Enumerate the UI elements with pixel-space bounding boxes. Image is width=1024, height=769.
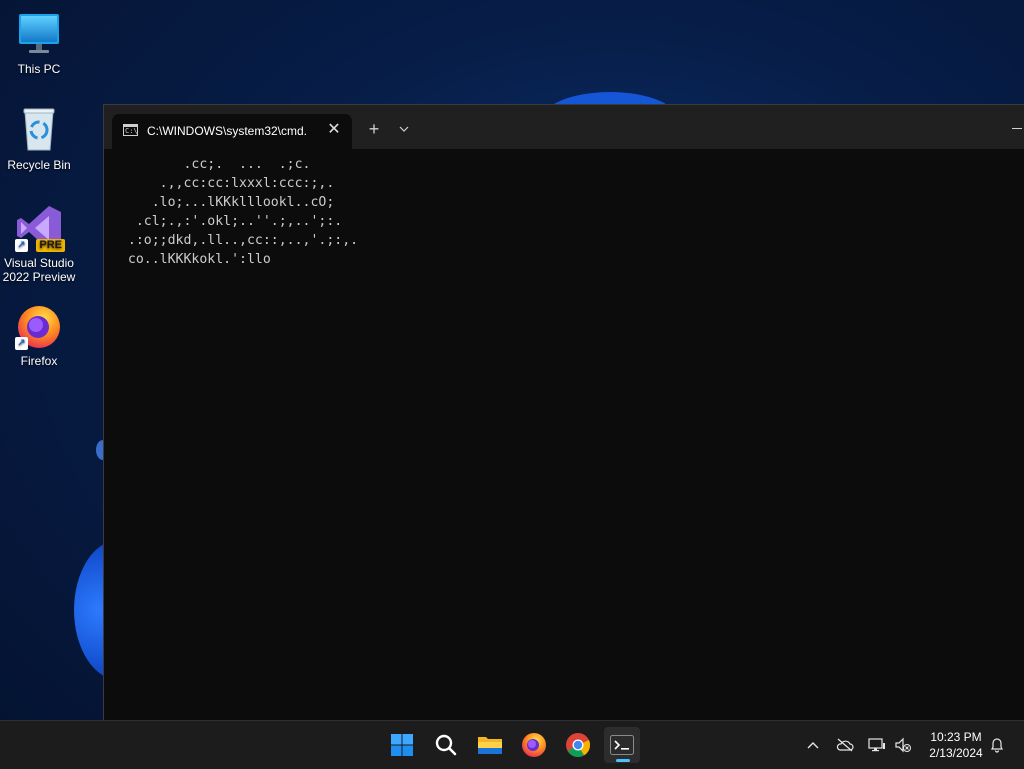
clock-time: 10:23 PM <box>930 730 982 744</box>
chevron-up-icon <box>807 742 819 749</box>
taskbar: 10:23 PM 2/13/2024 <box>0 720 1024 769</box>
volume-button[interactable] <box>892 721 914 769</box>
terminal-taskbar-button[interactable] <box>604 727 640 763</box>
network-button[interactable] <box>866 721 888 769</box>
folder-icon <box>478 737 502 754</box>
tab-title: C:\WINDOWS\system32\cmd. <box>147 124 308 138</box>
desktop-icon-firefox[interactable]: ↗ Firefox <box>0 302 78 368</box>
desktop-icon-label: Recycle Bin <box>7 158 71 172</box>
monitor-icon <box>15 10 63 58</box>
console-line: co..lKKKkokl.':llo <box>112 252 271 267</box>
cmd-icon: C:\ <box>123 124 138 136</box>
start-button[interactable] <box>384 727 420 763</box>
clock-date: 2/13/2024 <box>929 746 983 760</box>
search-button[interactable] <box>428 727 464 763</box>
close-tab-icon[interactable]: ✕ <box>324 120 344 140</box>
shortcut-arrow-icon: ↗ <box>15 337 28 350</box>
file-explorer-button[interactable] <box>472 727 508 763</box>
firefox-icon: ↗ <box>15 302 63 350</box>
terminal-icon <box>610 735 634 755</box>
console-line: .cc;. ... .;c. <box>112 157 311 172</box>
desktop-icon-label: This PC <box>17 62 61 76</box>
console-line: .:o;;dkd,.ll..,cc::,..,'.;:,. <box>112 233 359 248</box>
terminal-window[interactable]: C:\ C:\WINDOWS\system32\cmd. ✕ + .cc;. .… <box>103 104 1024 721</box>
notifications-button[interactable] <box>986 721 1008 769</box>
active-app-indicator <box>616 759 630 762</box>
firefox-taskbar-button[interactable] <box>516 727 552 763</box>
clock[interactable]: 10:23 PM 2/13/2024 <box>918 729 994 761</box>
preview-badge: PRE <box>36 239 65 252</box>
shortcut-arrow-icon: ↗ <box>15 239 28 252</box>
onedrive-button[interactable] <box>834 721 856 769</box>
chrome-taskbar-button[interactable] <box>560 727 596 763</box>
console-line: .lo;...lKKklllookl..cO; <box>112 195 335 210</box>
console-output-area[interactable]: .cc;. ... .;c. .,,cc:cc:lxxxl:ccc:;,. .l… <box>104 149 1024 721</box>
firefox-icon <box>522 733 546 757</box>
recycle-bin-icon <box>15 106 63 154</box>
show-hidden-icons-button[interactable] <box>802 721 824 769</box>
visual-studio-icon: PRE ↗ <box>15 204 65 252</box>
desktop-icon-recycle-bin[interactable]: Recycle Bin <box>0 106 78 172</box>
desktop-icon-label: Visual Studio 2022 Preview <box>2 256 76 284</box>
search-icon <box>435 734 457 756</box>
terminal-titlebar[interactable]: C:\ C:\WINDOWS\system32\cmd. ✕ + <box>104 105 1024 149</box>
network-icon <box>868 738 885 752</box>
terminal-tab[interactable]: C:\ C:\WINDOWS\system32\cmd. ✕ <box>112 114 352 149</box>
console-line: .cl;.,:'.okl;..''.;,..';:. <box>112 214 343 229</box>
chevron-down-icon[interactable] <box>394 119 414 139</box>
bell-icon <box>991 738 1003 753</box>
desktop-icon-label: Firefox <box>20 354 58 368</box>
chrome-icon <box>566 733 591 758</box>
new-tab-button[interactable]: + <box>362 119 386 139</box>
cloud-offline-icon <box>836 738 854 752</box>
console-line: .,,cc:cc:lxxxl:ccc:;,. <box>112 176 335 191</box>
console-output: .cc;. ... .;c. .,,cc:cc:lxxxl:ccc:;,. .l… <box>112 155 358 269</box>
minimize-button[interactable] <box>1009 115 1024 135</box>
volume-muted-icon <box>895 737 911 753</box>
windows-start-icon <box>391 734 413 756</box>
desktop-icon-visual-studio[interactable]: PRE ↗ Visual Studio 2022 Preview <box>0 204 78 284</box>
desktop-icon-this-pc[interactable]: This PC <box>0 10 78 76</box>
